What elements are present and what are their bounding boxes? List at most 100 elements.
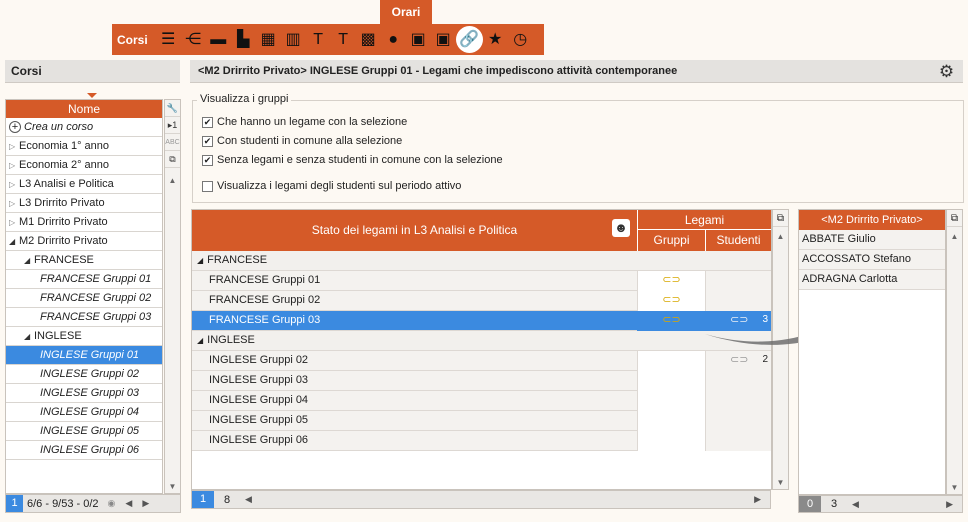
- list-item[interactable]: FRANCESE Gruppi 02: [6, 289, 162, 308]
- time-delete-icon[interactable]: T: [331, 27, 356, 52]
- table-row[interactable]: INGLESE Gruppi 05: [192, 411, 771, 431]
- list-item[interactable]: ▷ L3 Analisi e Politica: [6, 175, 162, 194]
- link-icon[interactable]: 🔗: [455, 26, 483, 53]
- student-row[interactable]: ACCOSSATO Stefano: [799, 250, 945, 270]
- collapsed-icon[interactable]: ▷: [9, 176, 19, 193]
- collapsed-icon[interactable]: ▷: [9, 138, 19, 155]
- list-item[interactable]: ◢ FRANCESE: [6, 251, 162, 270]
- person-icon[interactable]: ☻: [612, 219, 630, 237]
- gruppi-cell[interactable]: ⊂⊃: [637, 291, 705, 311]
- hierarchy-icon[interactable]: ⋲: [181, 27, 206, 52]
- gruppi-cell[interactable]: [637, 411, 705, 431]
- table-row[interactable]: INGLESE Gruppi 02 ⊂⊃ 2: [192, 351, 771, 371]
- list-item[interactable]: INGLESE Gruppi 04: [6, 403, 162, 422]
- list-item[interactable]: ▷ L3 Drirrito Privato: [6, 194, 162, 213]
- scroll-right-icon[interactable]: ▶: [137, 498, 154, 509]
- scroll-down-icon[interactable]: ▼: [773, 478, 788, 487]
- column-header-gruppi[interactable]: Gruppi: [637, 230, 705, 251]
- list-item[interactable]: ▷ Economia 1° anno: [6, 137, 162, 156]
- star-icon[interactable]: ★: [483, 27, 508, 52]
- list-item[interactable]: INGLESE Gruppi 01: [6, 346, 162, 365]
- scroll-up-icon[interactable]: ▲: [165, 176, 180, 185]
- wrench-icon[interactable]: 🔧: [165, 100, 180, 117]
- gruppi-cell[interactable]: [637, 431, 705, 451]
- studenti-cell[interactable]: [705, 391, 771, 411]
- list-item[interactable]: ▷ M1 Drirrito Privato: [6, 213, 162, 232]
- scroll-left-icon[interactable]: ◀: [240, 494, 257, 505]
- gruppi-cell[interactable]: [637, 391, 705, 411]
- checkbox-checked-icon[interactable]: ✔: [202, 154, 213, 166]
- scroll-up-icon[interactable]: ▲: [773, 232, 788, 241]
- grid-icon[interactable]: ▦: [256, 27, 281, 52]
- copy-icon[interactable]: ⧉: [947, 210, 962, 227]
- expanded-icon[interactable]: ◢: [24, 328, 34, 345]
- copy-icon[interactable]: ⧉: [773, 210, 788, 227]
- student-row[interactable]: ABBATE Giulio: [799, 230, 945, 250]
- list-item[interactable]: FRANCESE Gruppi 01: [6, 270, 162, 289]
- column-header-nome[interactable]: Nome: [6, 100, 162, 118]
- table-row[interactable]: INGLESE Gruppi 04: [192, 391, 771, 411]
- list-item[interactable]: FRANCESE Gruppi 03: [6, 308, 162, 327]
- calendar-icon[interactable]: ▥: [281, 27, 306, 52]
- expanded-icon[interactable]: ◢: [197, 256, 203, 265]
- abc-icon[interactable]: ABC: [165, 134, 180, 151]
- expanded-icon[interactable]: ◢: [197, 336, 203, 345]
- time-icon[interactable]: T: [306, 27, 331, 52]
- checkbox-checked-icon[interactable]: ✔: [202, 135, 213, 147]
- gruppi-cell[interactable]: ⊂⊃: [637, 311, 705, 331]
- expanded-icon[interactable]: ◢: [24, 252, 34, 269]
- people-grid-icon[interactable]: ▩: [356, 27, 381, 52]
- tab-orari[interactable]: Orari: [380, 0, 432, 24]
- expanded-icon[interactable]: ◢: [9, 233, 19, 250]
- collapsed-icon[interactable]: ▷: [9, 195, 19, 212]
- group-row[interactable]: ◢ FRANCESE: [192, 251, 771, 271]
- collapsed-icon[interactable]: ▷: [9, 157, 19, 174]
- student-icon[interactable]: ●: [381, 27, 406, 52]
- checkbox-checked-icon[interactable]: ✔: [202, 116, 213, 128]
- timetable-icon[interactable]: ▙: [231, 27, 256, 52]
- studenti-cell[interactable]: [705, 411, 771, 431]
- filter-checkbox[interactable]: Visualizza i legami degli studenti sul p…: [202, 180, 461, 192]
- table-row[interactable]: FRANCESE Gruppi 01 ⊂⊃: [192, 271, 771, 291]
- table-row[interactable]: FRANCESE Gruppi 02 ⊂⊃: [192, 291, 771, 311]
- list-item[interactable]: ◢ INGLESE: [6, 327, 162, 346]
- teacher-card-icon[interactable]: ▣: [406, 27, 431, 52]
- studenti-cell[interactable]: [705, 271, 771, 291]
- eye-icon[interactable]: ◉: [103, 498, 121, 509]
- scroll-right-icon[interactable]: ▶: [941, 499, 958, 510]
- filter-checkbox[interactable]: ✔ Senza legami e senza studenti in comune…: [202, 154, 503, 166]
- checkbox-empty-icon[interactable]: [202, 180, 213, 192]
- collapsed-icon[interactable]: ▷: [9, 214, 19, 231]
- list-item[interactable]: INGLESE Gruppi 03: [6, 384, 162, 403]
- student-row[interactable]: ADRAGNA Carlotta: [799, 270, 945, 290]
- studenti-cell[interactable]: [705, 371, 771, 391]
- studenti-cell[interactable]: ⊂⊃ 2: [705, 351, 771, 371]
- create-course-row[interactable]: + Crea un corso: [6, 118, 162, 137]
- filter-checkbox[interactable]: ✔ Con studenti in comune alla selezione: [202, 135, 402, 147]
- list-item[interactable]: INGLESE Gruppi 06: [6, 441, 162, 460]
- gruppi-cell[interactable]: ⊂⊃: [637, 271, 705, 291]
- list-icon[interactable]: ☰: [156, 27, 181, 52]
- filter-checkbox[interactable]: ✔ Che hanno un legame con la selezione: [202, 116, 407, 128]
- scroll-right-icon[interactable]: ▶: [749, 494, 766, 505]
- studenti-cell[interactable]: [705, 431, 771, 451]
- scroll-left-icon[interactable]: ◀: [847, 499, 864, 510]
- groups-icon[interactable]: ▬: [206, 27, 231, 52]
- clock-icon[interactable]: ◷: [508, 27, 533, 52]
- person-card-icon[interactable]: ▣: [431, 27, 456, 52]
- scroll-down-icon[interactable]: ▼: [165, 482, 180, 491]
- gear-icon[interactable]: ⚙: [936, 61, 957, 82]
- list-item[interactable]: INGLESE Gruppi 02: [6, 365, 162, 384]
- table-row[interactable]: FRANCESE Gruppi 03 ⊂⊃ ⊂⊃ 3: [192, 311, 771, 331]
- table-row[interactable]: INGLESE Gruppi 06: [192, 431, 771, 451]
- courses-list[interactable]: Nome + Crea un corso ▷ Economia 1° anno ▷ Ec…: [5, 99, 163, 494]
- list-item[interactable]: INGLESE Gruppi 05: [6, 422, 162, 441]
- scroll-left-icon[interactable]: ◀: [120, 498, 137, 509]
- column-header-studenti[interactable]: Studenti: [705, 230, 771, 251]
- gruppi-cell[interactable]: [637, 371, 705, 391]
- list-item[interactable]: ◢ M2 Drirrito Privato: [6, 232, 162, 251]
- sort-icon[interactable]: ▸1: [165, 117, 180, 134]
- group-row[interactable]: ◢ INGLESE: [192, 331, 771, 351]
- table-row[interactable]: INGLESE Gruppi 03: [192, 371, 771, 391]
- copy-icon[interactable]: ⧉: [165, 151, 180, 168]
